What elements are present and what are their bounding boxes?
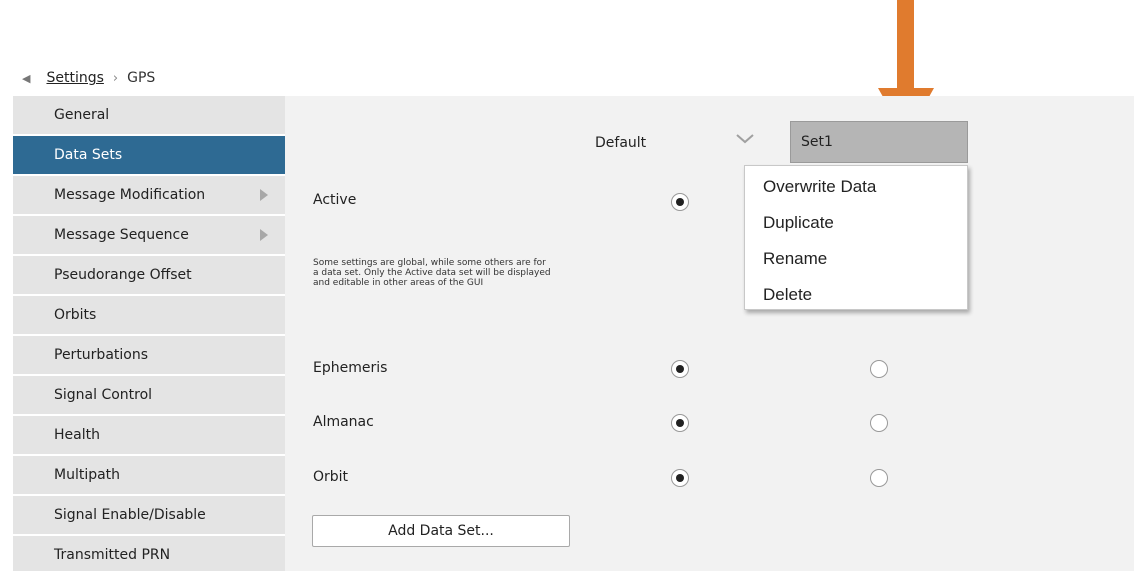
default-column-header: Default <box>595 135 647 151</box>
active-default-radio[interactable] <box>671 193 689 211</box>
sidebar-item-orbits[interactable]: Orbits <box>13 296 285 334</box>
sidebar-item-data-sets[interactable]: Data Sets <box>13 136 285 174</box>
sidebar-item-signal-enable-disable[interactable]: Signal Enable/Disable <box>13 496 285 534</box>
sidebar-item-transmitted-prn[interactable]: Transmitted PRN <box>13 536 285 571</box>
sidebar-item-label: General <box>54 107 110 123</box>
sidebar-item-label: Signal Control <box>54 387 153 403</box>
sidebar-item-perturbations[interactable]: Perturbations <box>13 336 285 374</box>
orbit-default-radio[interactable] <box>671 469 689 487</box>
sidebar-item-message-modification[interactable]: Message Modification <box>13 176 285 214</box>
almanac-default-radio[interactable] <box>671 414 689 432</box>
almanac-set1-radio[interactable] <box>870 414 888 432</box>
breadcrumb: ◀ Settings › GPS <box>22 68 155 88</box>
sidebar-item-label: Pseudorange Offset <box>54 267 192 283</box>
chevron-right-icon <box>260 229 268 241</box>
sidebar-item-label: Signal Enable/Disable <box>54 507 206 523</box>
sidebar-item-label: Data Sets <box>54 147 123 163</box>
sidebar-item-label: Multipath <box>54 467 121 483</box>
sidebar-item-label: Orbits <box>54 307 97 323</box>
chevron-down-icon[interactable] <box>736 133 754 145</box>
sidebar-item-signal-control[interactable]: Signal Control <box>13 376 285 414</box>
breadcrumb-current: GPS <box>127 70 156 86</box>
sidebar-item-general[interactable]: General <box>13 96 285 134</box>
ephemeris-default-radio[interactable] <box>671 360 689 378</box>
data-set-selector[interactable]: Set1 <box>790 121 968 163</box>
sidebar-item-health[interactable]: Health <box>13 416 285 454</box>
active-row-label: Active <box>313 192 357 208</box>
chevron-right-icon <box>260 189 268 201</box>
sidebar: General Data Sets Message Modification M… <box>13 96 285 571</box>
add-data-set-button[interactable]: Add Data Set... <box>312 515 570 547</box>
data-set-selector-value: Set1 <box>801 134 833 150</box>
main-panel <box>285 96 1134 571</box>
sidebar-item-label: Transmitted PRN <box>54 547 171 563</box>
sidebar-item-pseudorange-offset[interactable]: Pseudorange Offset <box>13 256 285 294</box>
menu-item-delete[interactable]: Delete <box>745 277 967 313</box>
sidebar-item-label: Perturbations <box>54 347 149 363</box>
sidebar-item-label: Message Sequence <box>54 227 189 243</box>
orbit-set1-radio[interactable] <box>870 469 888 487</box>
sidebar-item-label: Health <box>54 427 100 443</box>
breadcrumb-separator: › <box>112 70 119 86</box>
orbit-row-label: Orbit <box>313 469 349 485</box>
menu-item-rename[interactable]: Rename <box>745 241 967 277</box>
menu-item-overwrite-data[interactable]: Overwrite Data <box>745 169 967 205</box>
menu-item-duplicate[interactable]: Duplicate <box>745 205 967 241</box>
help-text: Some settings are global, while some oth… <box>313 258 551 288</box>
breadcrumb-settings-link[interactable]: Settings <box>46 70 103 86</box>
sidebar-item-message-sequence[interactable]: Message Sequence <box>13 216 285 254</box>
sidebar-item-label: Message Modification <box>54 187 206 203</box>
back-arrow-icon[interactable]: ◀ <box>22 72 30 85</box>
sidebar-item-multipath[interactable]: Multipath <box>13 456 285 494</box>
ephemeris-row-label: Ephemeris <box>313 360 388 376</box>
data-set-context-menu: Overwrite Data Duplicate Rename Delete <box>744 165 968 310</box>
ephemeris-set1-radio[interactable] <box>870 360 888 378</box>
almanac-row-label: Almanac <box>313 414 374 430</box>
